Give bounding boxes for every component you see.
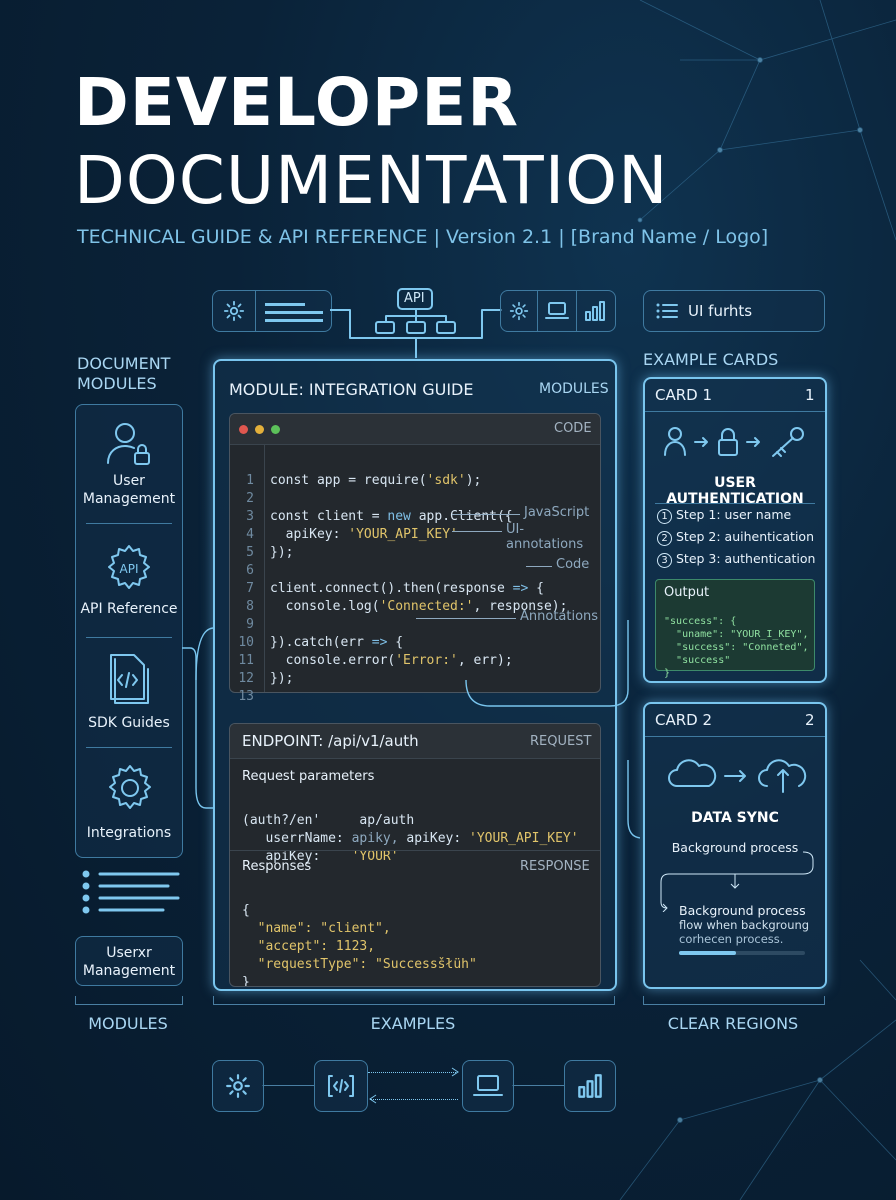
laptop-icon <box>473 1075 503 1096</box>
step-number-icon: 3 <box>657 553 672 568</box>
minimize-dot-icon[interactable] <box>255 425 264 434</box>
ui-hints-panel[interactable]: UI furhts <box>643 290 825 332</box>
card-1-output: Output "success": { "uname": "YOUR_I_KEY… <box>655 579 815 679</box>
card-1-number: 1 <box>805 386 815 404</box>
card-1-name: CARD 1 <box>655 386 713 404</box>
api-badge[interactable]: API <box>404 291 425 306</box>
annotation-arrow <box>452 531 502 532</box>
gear-icon <box>226 1074 250 1098</box>
sidebar-title-line2: MODULES <box>77 374 157 393</box>
annotation-arrow <box>452 514 520 515</box>
card-1[interactable]: CARD 1 1 USER AUTHENTICATION 1 Step 1: u… <box>643 377 827 683</box>
card-2-number: 2 <box>805 711 815 729</box>
page-title-line1: DEVELOPER <box>74 64 520 141</box>
sync-progress-bar <box>679 951 805 955</box>
sidebar-item-user-management[interactable]: User Management <box>76 405 182 515</box>
maximize-dot-icon[interactable] <box>271 425 280 434</box>
card-2-text: flow when backgroung <box>679 918 810 932</box>
bottom-code-button[interactable] <box>314 1060 368 1112</box>
sidebar-item-label: Integrations <box>86 825 172 841</box>
sidebar-item-integrations[interactable]: Integrations <box>76 751 182 855</box>
code-tag: CODE <box>554 421 592 436</box>
gear-icon <box>109 765 151 809</box>
examples-bracket <box>213 996 615 1005</box>
bottom-laptop-button[interactable] <box>462 1060 514 1112</box>
step-number-icon: 1 <box>657 509 672 524</box>
modules-bracket <box>75 996 183 1005</box>
code-annotation: JavaScript <box>524 505 590 520</box>
bar-chart-icon[interactable] <box>584 300 606 322</box>
sidebar-item-sdk-guides[interactable]: SDK Guides <box>76 641 182 749</box>
card-1-step: 3 Step 3: authentication <box>657 551 815 568</box>
module-tag: MODULES <box>539 381 609 397</box>
gear-icon[interactable] <box>509 301 529 321</box>
toolbar-left <box>212 290 332 332</box>
code-line: 1 const app = require('sdk'); <box>246 473 482 488</box>
sync-progress-fill <box>679 951 736 955</box>
user-lock-icon <box>107 423 150 465</box>
auth-flow-icon <box>664 427 804 457</box>
code-file-icon <box>110 654 149 704</box>
cloud-sync-icon <box>668 759 807 793</box>
code-window-titlebar: CODE <box>230 414 600 445</box>
code-line: 6 <box>246 563 254 578</box>
bar-chart-icon <box>578 1074 602 1098</box>
card-2[interactable]: CARD 2 2 DATA SYNC Background process Ba… <box>643 702 827 989</box>
modules-footer-label: MODULES <box>88 1014 168 1033</box>
sidebar-item-api-reference[interactable]: API API Reference <box>76 527 182 635</box>
card-1-step: 2 Step 2: auihentication <box>657 529 814 546</box>
list-icon <box>656 303 678 319</box>
page-title-line2: DOCUMENTATION <box>74 142 669 219</box>
gear-icon[interactable] <box>223 300 245 322</box>
output-title: Output <box>664 585 710 600</box>
card-1-step: 1 Step 1: user name <box>657 507 791 524</box>
sidebar-bottom-button-label: Userxr <box>106 945 152 961</box>
connector-lines <box>182 620 640 839</box>
response-code: { "name": "client", "accept": 1123, "req… <box>242 903 477 987</box>
close-dot-icon[interactable] <box>239 425 248 434</box>
examples-footer-label: EXAMPLES <box>370 1014 456 1033</box>
sidebar-title-line1: DOCUMENT <box>77 354 171 373</box>
svg-text:API: API <box>120 562 139 576</box>
output-code: "success": { "uname": "YOUR_I_KEY", "suc… <box>664 616 809 679</box>
toolbar-lines-icon <box>265 303 323 322</box>
toolbar-right <box>500 290 616 332</box>
regions-bracket <box>643 996 825 1005</box>
sidebar-item-label: SDK Guides <box>88 715 170 731</box>
api-gear-icon: API <box>108 545 150 589</box>
ui-hints-label: UI furhts <box>688 302 753 320</box>
bottom-chart-button[interactable] <box>564 1060 616 1112</box>
laptop-icon[interactable] <box>545 301 569 321</box>
code-line: 7 client.connect().then(response => { <box>246 581 544 596</box>
responses-title: Responses <box>242 859 312 874</box>
response-tag: RESPONSE <box>520 859 590 874</box>
sidebar-modules: User Management API API Reference SDK Gu… <box>75 404 183 858</box>
flow-arrows <box>369 1067 459 1104</box>
annotation-arrow <box>416 618 516 619</box>
step-number-icon: 2 <box>657 531 672 546</box>
code-annotation: UI-annotations <box>506 522 584 552</box>
annotation-arrow <box>526 566 552 567</box>
code-annotation: Code <box>556 557 590 572</box>
page-subtitle: TECHNICAL GUIDE & API REFERENCE | Versio… <box>77 226 769 248</box>
sidebar-bottom-button[interactable]: Userxr Management <box>75 936 183 986</box>
sidebar-bottom-button-label: Management <box>82 963 176 979</box>
example-cards-title: EXAMPLE CARDS <box>643 350 779 369</box>
regions-footer-label: CLEAR REGIONS <box>667 1014 799 1033</box>
module-title: MODULE: INTEGRATION GUIDE <box>229 380 474 399</box>
card-2-text: Background process <box>679 903 806 918</box>
sidebar-item-label: Management <box>82 491 176 507</box>
sidebar-item-label: User <box>113 473 145 489</box>
code-brackets-icon <box>328 1075 354 1097</box>
card-2-text: corhecen process. <box>679 932 784 946</box>
bottom-gear-button[interactable] <box>212 1060 264 1112</box>
card-2-name: CARD 2 <box>655 711 713 729</box>
sidebar-list-icon <box>82 870 180 914</box>
sidebar-item-label: API Reference <box>80 601 178 617</box>
card-2-heading: DATA SYNC <box>691 810 779 826</box>
